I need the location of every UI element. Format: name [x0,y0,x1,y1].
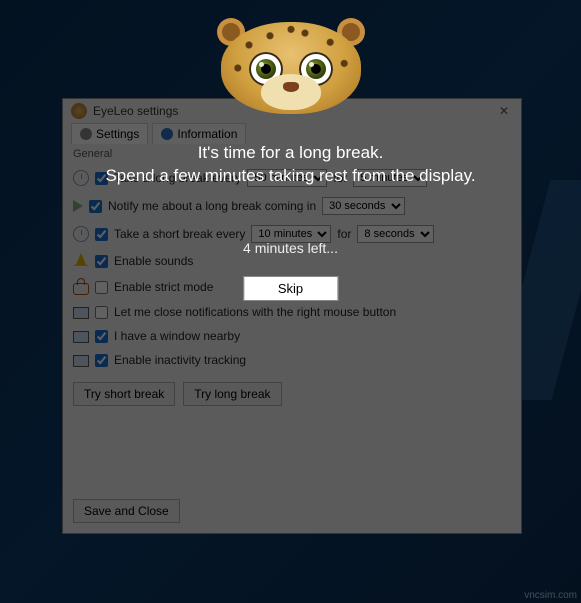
watermark: vncsim.com [524,590,577,601]
break-countdown: 4 minutes left... [0,240,581,256]
break-message: It's time for a long break. Spend a few … [0,142,581,188]
break-message-line1: It's time for a long break. [0,142,581,165]
mascot-nose [283,82,299,92]
break-message-line2: Spend a few minutes taking rest from the… [0,165,581,188]
skip-button[interactable]: Skip [243,276,338,301]
mascot-head [221,22,361,114]
leopard-mascot [221,22,361,114]
mascot-muzzle [261,74,321,110]
